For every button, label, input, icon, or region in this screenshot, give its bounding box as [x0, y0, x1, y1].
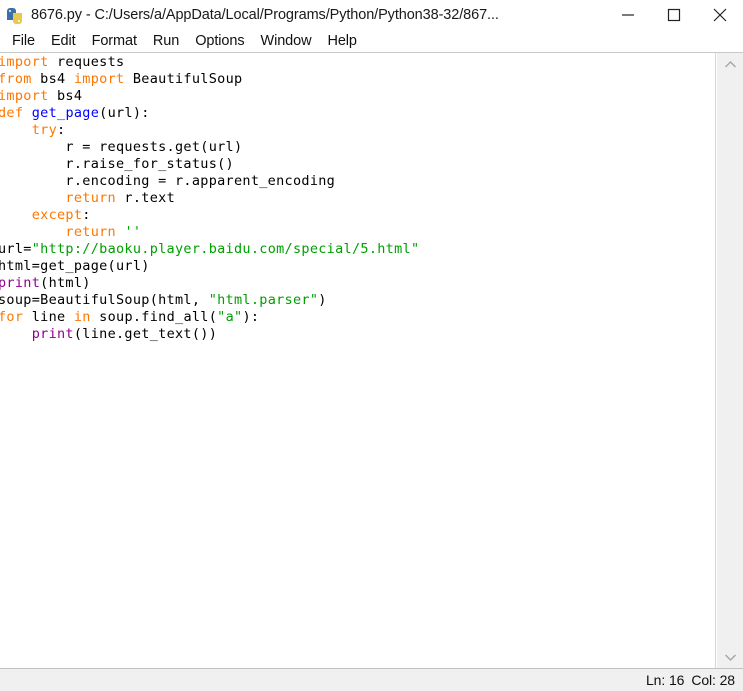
minimize-button[interactable] [605, 0, 651, 30]
menu-item-edit[interactable]: Edit [43, 31, 84, 51]
minimize-icon [622, 14, 634, 16]
editor-area: import requests from bs4 import Beautifu… [0, 52, 743, 668]
window-controls [605, 0, 743, 30]
scroll-up-button[interactable] [717, 53, 743, 75]
code-editor[interactable]: import requests from bs4 import Beautifu… [0, 53, 716, 668]
chevron-up-icon [724, 60, 736, 68]
maximize-icon [667, 8, 681, 22]
status-bar: Ln: 16 Col: 28 [0, 668, 743, 691]
column-number-indicator: Col: 28 [691, 672, 735, 688]
idle-editor-window: 8676.py - C:/Users/a/AppData/Local/Progr… [0, 0, 743, 691]
title-bar: 8676.py - C:/Users/a/AppData/Local/Progr… [0, 0, 743, 30]
source-code[interactable]: import requests from bs4 import Beautifu… [0, 54, 419, 343]
menu-item-window[interactable]: Window [252, 31, 319, 51]
scroll-track[interactable] [717, 75, 743, 646]
vertical-scrollbar[interactable] [716, 53, 743, 668]
chevron-down-icon [724, 653, 736, 661]
menu-bar: File Edit Format Run Options Window Help [0, 30, 743, 52]
close-icon [713, 8, 727, 22]
menu-item-file[interactable]: File [4, 31, 43, 51]
menu-item-help[interactable]: Help [319, 31, 364, 51]
menu-item-run[interactable]: Run [145, 31, 187, 51]
maximize-button[interactable] [651, 0, 697, 30]
window-title: 8676.py - C:/Users/a/AppData/Local/Progr… [31, 7, 499, 23]
line-number-indicator: Ln: 16 [646, 672, 685, 688]
menu-item-options[interactable]: Options [187, 31, 252, 51]
close-button[interactable] [697, 0, 743, 30]
menu-item-format[interactable]: Format [84, 31, 145, 51]
scroll-down-button[interactable] [717, 646, 743, 668]
python-logo-icon [4, 5, 26, 27]
